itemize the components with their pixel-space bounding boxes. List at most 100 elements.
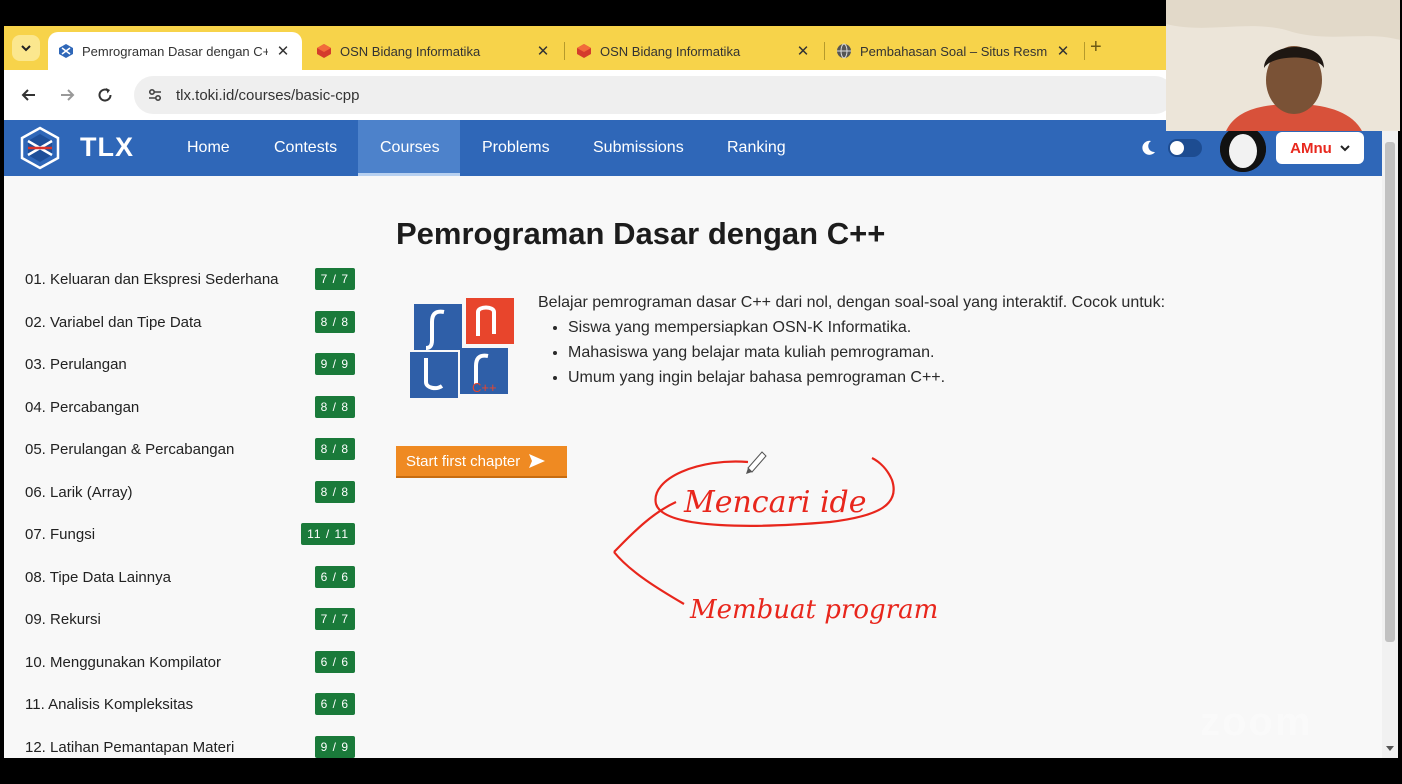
chapter-label: 06. Larik (Array) <box>25 483 133 501</box>
progress-badge: 8 / 8 <box>314 310 355 333</box>
chapter-item[interactable]: 05. Perulangan & Percabangan 8 / 8 <box>25 438 355 462</box>
new-tab-button[interactable]: + <box>1090 36 1102 59</box>
scrollbar-thumb[interactable] <box>1385 142 1395 642</box>
chapter-item[interactable]: 03. Perulangan 9 / 9 <box>25 353 355 377</box>
course-description: Belajar pemrograman dasar C++ dari nol, … <box>538 290 1298 390</box>
username: AMnu <box>1290 139 1332 157</box>
nav-ranking[interactable]: Ranking <box>705 120 808 176</box>
reload-button[interactable] <box>92 82 118 108</box>
send-arrow-icon <box>529 454 546 468</box>
chapter-label: 04. Percabangan <box>25 398 140 416</box>
user-avatar-icon <box>1220 126 1266 172</box>
moon-icon <box>1142 140 1155 155</box>
close-icon[interactable]: ✕ <box>534 42 552 60</box>
course-intro: Belajar pemrograman dasar C++ dari nol, … <box>538 294 1166 311</box>
chapter-item[interactable]: 10. Menggunakan Kompilator 6 / 6 <box>25 650 355 675</box>
progress-badge: 11 / 11 <box>301 523 355 545</box>
chapter-label: 11. Analisis Kompleksitas <box>25 696 194 713</box>
progress-badge: 8 / 8 <box>314 438 355 460</box>
progress-badge: 9 / 9 <box>314 735 355 758</box>
progress-badge: 8 / 8 <box>314 480 355 503</box>
chapter-label: 03. Perulangan <box>25 356 127 373</box>
tab-title: OSN Bidang Informatika <box>600 43 741 59</box>
page-content: 01. Keluaran dan Ekspresi Sederhana 7 / 7… <box>4 176 1382 758</box>
chapter-label: 09. Rekursi <box>25 611 101 628</box>
tab-pembahasan[interactable]: Pembahasan Soal – Situs Resmi ✕ <box>826 32 1082 70</box>
chevron-down-icon <box>1340 145 1350 152</box>
chapter-item[interactable]: 08. Tipe Data Lainnya 6 / 6 <box>25 565 355 590</box>
dark-mode-toggle[interactable] <box>1168 139 1202 157</box>
tab-separator <box>1084 42 1085 60</box>
logo-text[interactable]: TLX <box>80 132 134 163</box>
osn-icon <box>317 44 331 58</box>
nav-home[interactable]: Home <box>165 120 252 176</box>
chapter-label: 07. Fungsi <box>25 526 96 543</box>
cpp-course-logo-icon: C++ <box>410 298 514 398</box>
page-title: Pemrograman Dasar dengan C++ <box>396 216 886 251</box>
audience-item: Siswa yang mempersiapkan OSN-K Informati… <box>568 315 1298 340</box>
tab-osn-1[interactable]: OSN Bidang Informatika ✕ <box>306 32 562 70</box>
nav-problems[interactable]: Problems <box>460 120 572 176</box>
osn-icon <box>577 44 591 58</box>
audience-item: Mahasiswa yang belajar mata kuliah pemro… <box>568 340 1298 365</box>
start-first-chapter-button[interactable]: Start first chapter <box>396 446 567 478</box>
nav-contests[interactable]: Contests <box>252 120 359 176</box>
tlx-logo-icon[interactable] <box>18 126 62 170</box>
webcam-video <box>1166 0 1400 131</box>
forward-button[interactable] <box>54 82 80 108</box>
close-icon[interactable]: ✕ <box>1054 42 1072 60</box>
chapter-item[interactable]: 06. Larik (Array) 8 / 8 <box>25 480 355 505</box>
tab-title: Pemrograman Dasar dengan C++ <box>82 43 268 59</box>
back-button[interactable] <box>16 82 42 108</box>
user-menu-button[interactable]: AMnu <box>1276 132 1364 164</box>
tab-course[interactable]: Pemrograman Dasar dengan C++ ✕ <box>48 32 302 70</box>
chapter-label: 10. Menggunakan Kompilator <box>25 653 221 671</box>
progress-badge: 6 / 6 <box>314 650 355 673</box>
close-icon[interactable]: ✕ <box>794 42 812 60</box>
progress-badge: 8 / 8 <box>314 395 355 418</box>
tab-separator <box>564 42 565 60</box>
arrow-right-icon <box>61 89 75 101</box>
svg-text:C++: C++ <box>472 380 497 395</box>
chapter-label: 05. Perulangan & Percabangan <box>25 441 235 458</box>
progress-badge: 6 / 6 <box>314 693 355 715</box>
screen: Pemrograman Dasar dengan C++ ✕ OSN Bidan… <box>0 0 1402 784</box>
chapter-item[interactable]: 01. Keluaran dan Ekspresi Sederhana 7 / 7 <box>25 268 355 292</box>
avatar[interactable] <box>1220 126 1266 172</box>
start-button-label: Start first chapter <box>406 452 521 470</box>
tlx-icon <box>59 44 73 58</box>
chapter-label: 01. Keluaran dan Ekspresi Sederhana <box>25 271 279 288</box>
chevron-down-icon <box>21 45 31 52</box>
tab-search-button[interactable] <box>12 35 40 61</box>
scroll-down-arrow[interactable] <box>1386 746 1394 751</box>
chapter-item[interactable]: 12. Latihan Pemantapan Materi 9 / 9 <box>25 735 355 759</box>
chapter-item[interactable]: 07. Fungsi 11 / 11 <box>25 523 355 547</box>
chapter-item[interactable]: 02. Variabel dan Tipe Data 8 / 8 <box>25 310 355 335</box>
chapter-item[interactable]: 04. Percabangan 8 / 8 <box>25 395 355 420</box>
site-settings-icon[interactable] <box>146 86 164 104</box>
address-bar[interactable]: tlx.toki.id/courses/basic-cpp <box>134 76 1174 114</box>
progress-badge: 9 / 9 <box>314 353 355 375</box>
tab-title: Pembahasan Soal – Situs Resmi <box>860 43 1048 59</box>
chapter-item[interactable]: 11. Analisis Kompleksitas 6 / 6 <box>25 693 355 717</box>
tab-osn-2[interactable]: OSN Bidang Informatika ✕ <box>566 32 822 70</box>
reload-icon <box>98 88 112 102</box>
globe-icon <box>837 43 851 59</box>
page-scrollbar[interactable] <box>1382 120 1398 758</box>
chapter-item[interactable]: 09. Rekursi 7 / 7 <box>25 608 355 632</box>
chapter-label: 02. Variabel dan Tipe Data <box>25 313 202 331</box>
close-icon[interactable]: ✕ <box>274 42 292 60</box>
progress-badge: 7 / 7 <box>314 608 355 630</box>
nav-courses[interactable]: Courses <box>358 120 460 176</box>
zoom-watermark: zoom <box>1200 700 1313 744</box>
progress-badge: 6 / 6 <box>314 565 355 588</box>
chapter-label: 08. Tipe Data Lainnya <box>25 568 171 586</box>
tab-title: OSN Bidang Informatika <box>340 43 481 59</box>
progress-badge: 7 / 7 <box>314 268 355 290</box>
audience-list: Siswa yang mempersiapkan OSN-K Informati… <box>568 315 1298 390</box>
arrow-left-icon <box>21 89 35 101</box>
nav-submissions[interactable]: Submissions <box>571 120 706 176</box>
presenter-video-icon <box>1166 0 1400 131</box>
audience-item: Umum yang ingin belajar bahasa pemrogram… <box>568 365 1298 390</box>
chapter-label: 12. Latihan Pemantapan Materi <box>25 738 235 756</box>
